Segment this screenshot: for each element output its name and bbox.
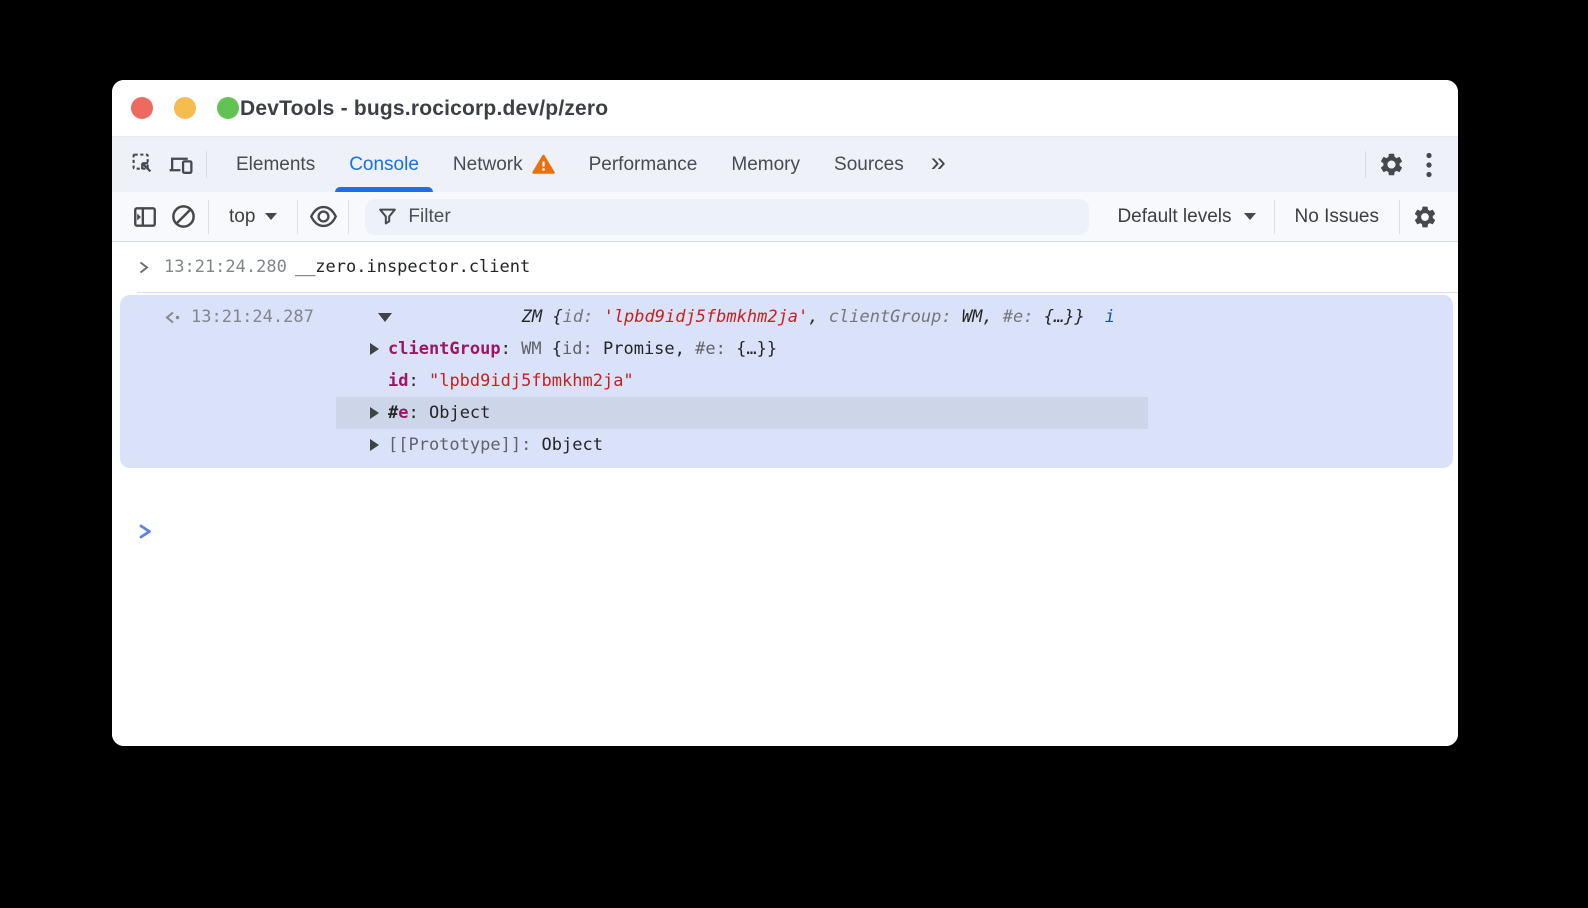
console-output: 13:21:24.280 __zero.inspector.client 13:… [112, 242, 1458, 746]
tab-network[interactable]: Network [436, 137, 572, 192]
divider [1399, 200, 1400, 234]
command-chevron-icon [138, 260, 155, 275]
divider [1274, 200, 1275, 234]
warning-icon [532, 154, 555, 175]
object-root[interactable]: ZM {id: 'lpbd9idj5fbmkhm2ja', clientGrou… [378, 287, 1115, 347]
execution-context-selector[interactable]: top [215, 206, 291, 228]
expand-triangle-icon[interactable] [370, 407, 379, 419]
more-tabs-icon[interactable]: » [921, 137, 956, 192]
filter-field[interactable] [365, 199, 1089, 235]
property-row-prototype[interactable]: [[Prototype]]: Object [336, 429, 1148, 461]
tab-sources[interactable]: Sources [817, 137, 921, 192]
lazy-eval-info-icon[interactable]: i [1105, 307, 1115, 327]
tab-console[interactable]: Console [332, 137, 436, 192]
tab-elements[interactable]: Elements [219, 137, 332, 192]
divider [348, 200, 349, 234]
collapse-triangle-icon[interactable] [378, 313, 392, 322]
minimize-button[interactable] [174, 97, 196, 119]
console-sidebar-icon[interactable] [126, 192, 164, 241]
tab-memory[interactable]: Memory [714, 137, 817, 192]
command-text: __zero.inspector.client [295, 257, 530, 277]
divider [208, 200, 209, 234]
devtools-tab-bar: Elements Console Network Performance [112, 136, 1458, 192]
device-toolbar-icon[interactable] [162, 137, 200, 192]
close-button[interactable] [131, 97, 153, 119]
filter-input[interactable] [408, 206, 1077, 228]
kebab-menu-icon[interactable] [1410, 137, 1448, 192]
divider [1365, 151, 1366, 178]
divider [206, 151, 207, 178]
object-children: clientGroup: WM {id: Promise, #e: {…}} i… [336, 333, 1453, 461]
window-title: DevTools - bugs.rocicorp.dev/p/zero [240, 80, 608, 138]
timestamp: 13:21:24.280 [164, 257, 287, 277]
console-prompt[interactable] [138, 483, 1458, 580]
chevron-down-icon [1244, 213, 1256, 220]
property-row-id[interactable]: id: "lpbd9idj5fbmkhm2ja" [336, 365, 1148, 397]
create-live-expression-icon[interactable] [304, 192, 342, 241]
active-tab-underline [335, 187, 433, 192]
devtools-window: DevTools - bugs.rocicorp.dev/p/zero Elem… [112, 80, 1458, 746]
console-result-entry: 13:21:24.287 ZM {id: 'lpbd9idj5fbmkhm2ja… [120, 295, 1453, 468]
console-settings-gear-icon[interactable] [1406, 192, 1444, 241]
settings-gear-icon[interactable] [1372, 137, 1410, 192]
return-value-icon [164, 310, 182, 325]
funnel-icon [377, 206, 398, 227]
expand-triangle-icon[interactable] [370, 343, 379, 355]
title-bar: DevTools - bugs.rocicorp.dev/p/zero [112, 80, 1458, 136]
chevron-down-icon [265, 213, 277, 220]
log-levels-selector[interactable]: Default levels [1105, 206, 1267, 228]
zoom-button[interactable] [217, 97, 239, 119]
tab-performance[interactable]: Performance [572, 137, 715, 192]
panel-tabs: Elements Console Network Performance [219, 137, 956, 192]
console-command-entry[interactable]: 13:21:24.280 __zero.inspector.client [112, 242, 1458, 292]
property-row-private-e[interactable]: #e: Object [336, 397, 1148, 429]
issues-counter[interactable]: No Issues [1281, 206, 1393, 228]
timestamp: 13:21:24.287 [191, 307, 314, 327]
clear-console-icon[interactable] [164, 192, 202, 241]
divider [297, 200, 298, 234]
prompt-chevron-icon [138, 503, 1458, 580]
expand-triangle-icon[interactable] [370, 439, 379, 451]
console-toolbar: top Default levels No Issues [112, 192, 1458, 242]
inspect-element-icon[interactable] [124, 137, 162, 192]
